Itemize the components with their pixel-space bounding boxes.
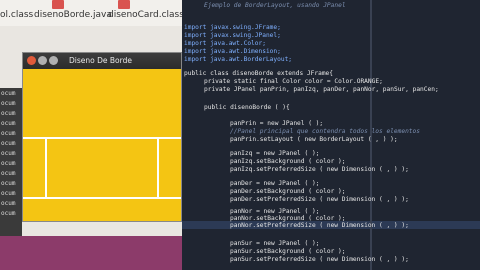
code-line: private JPanel panPrin, panIzq, panDer, … [204, 86, 439, 93]
file-item[interactable]: disenoBorde.java [34, 10, 112, 20]
code-line: panNor.setBackground ( color ); [230, 215, 346, 222]
file-item[interactable]: disenoCard.class [108, 10, 184, 20]
app-window[interactable]: Diseno De Borde [22, 52, 182, 222]
code-line: panDer = new JPanel ( ); [230, 180, 320, 187]
sidebar-row: ocum [1, 90, 16, 97]
sidebar-row: ocum [1, 170, 16, 177]
code-line: panPrin.setLayout ( new BorderLayout ( ,… [230, 136, 398, 143]
desktop-bottom-panel [0, 236, 186, 270]
code-line: import java.awt.BorderLayout; [184, 56, 293, 63]
maximize-icon[interactable] [49, 56, 58, 65]
sidebar-row: ocum [1, 130, 16, 137]
code-line: private static final Color color = Color… [204, 78, 383, 85]
code-editor[interactable]: Ejemplo de BorderLayout, usando JPanel i… [182, 0, 480, 270]
code-line: panNor = new JPanel ( ); [230, 208, 320, 215]
java-file-icon [52, 0, 64, 9]
sidebar-row: ocum [1, 140, 16, 147]
file-item[interactable]: ol.class [0, 10, 33, 20]
code-line: panSur = new JPanel ( ); [230, 240, 320, 247]
code-line: import java.awt.Dimension; [184, 48, 281, 55]
sidebar-row: ocum [1, 150, 16, 157]
code-line: public class disenoBorde extends JFrame{ [184, 70, 334, 77]
editor-gutter [370, 0, 372, 270]
west-panel-border [45, 137, 47, 199]
sidebar-row: ocum [1, 110, 16, 117]
sidebar-row: ocum [1, 180, 16, 187]
code-line: panIzq.setPreferredSize ( new Dimension … [230, 166, 409, 173]
code-line: panNor.setPreferredSize ( new Dimension … [230, 222, 409, 229]
code-line: panDer.setBackground ( color ); [230, 188, 346, 195]
file-list: ol.class disenoBorde.java disenoCard.cla… [0, 0, 184, 26]
sidebar-row: ocum [1, 100, 16, 107]
code-line: panSur.setBackground ( color ); [230, 248, 346, 255]
east-panel-border [157, 137, 159, 199]
sidebar-row: ocum [1, 210, 16, 217]
code-line: panIzq.setBackground ( color ); [230, 158, 346, 165]
sidebar-row: ocum [1, 190, 16, 197]
code-line: panIzq = new JPanel ( ); [230, 150, 320, 157]
code-comment: //Panel principal que contendra todos lo… [230, 128, 420, 135]
code-comment: Ejemplo de BorderLayout, usando JPanel [204, 2, 346, 9]
code-line: panSur.setPreferredSize ( new Dimension … [230, 256, 409, 263]
class-file-icon [118, 0, 130, 9]
window-title: Diseno De Borde [69, 56, 132, 65]
sidebar-row: ocum [1, 200, 16, 207]
code-line: panDer.setPreferredSize ( new Dimension … [230, 196, 409, 203]
sidebar-row: ocum [1, 160, 16, 167]
code-line: import javax.swing.JPanel; [184, 32, 281, 39]
window-titlebar[interactable]: Diseno De Borde [23, 53, 181, 69]
code-line: import java.awt.Color; [184, 40, 266, 47]
code-line: public disenoBorde ( ){ [204, 104, 290, 111]
code-line: panPrin = new JPanel ( ); [230, 120, 324, 127]
code-line: import javax.swing.JFrame; [184, 24, 281, 31]
close-icon[interactable] [27, 56, 36, 65]
sidebar-row: ocum [1, 120, 16, 127]
minimize-icon[interactable] [38, 56, 47, 65]
border-layout-panel [23, 69, 181, 221]
